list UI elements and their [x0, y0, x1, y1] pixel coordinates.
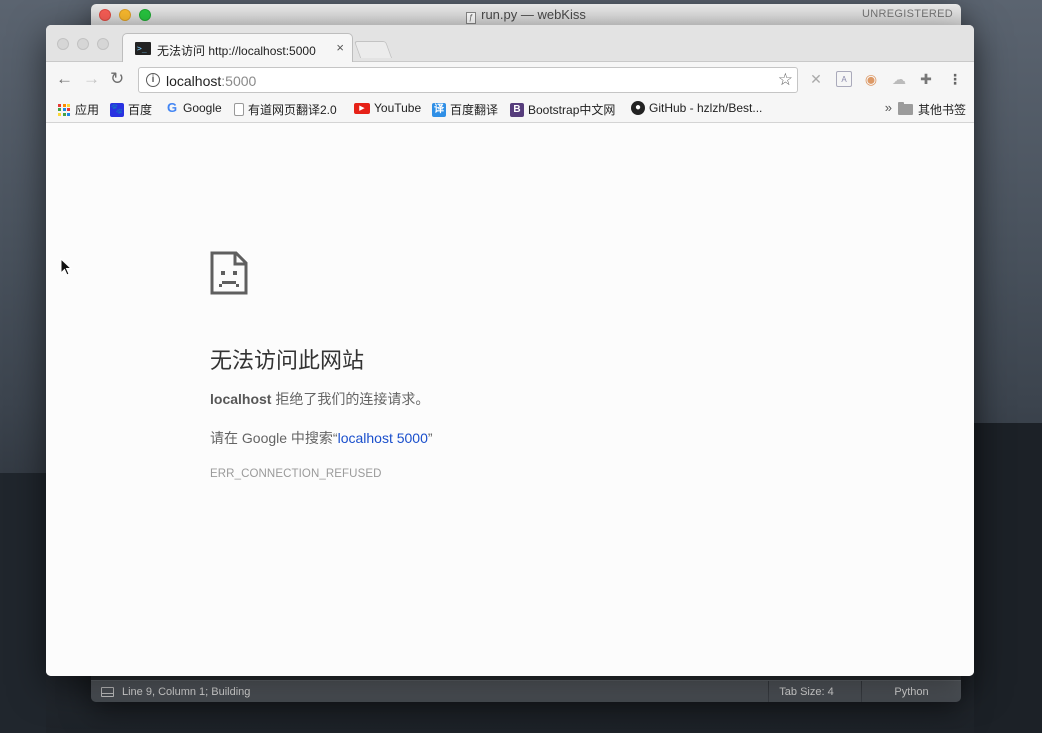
- page-icon: [234, 103, 244, 116]
- python-file-icon: ƒ: [466, 12, 477, 24]
- bookmark-label: YouTube: [374, 101, 422, 115]
- error-host: localhost: [210, 391, 272, 407]
- search-suffix: ”: [427, 430, 433, 446]
- bookmark-apps[interactable]: 应用: [58, 101, 99, 118]
- editor-window-title: ƒ run.py — webKiss: [91, 7, 961, 24]
- other-bookmarks-label: 其他书签: [917, 103, 966, 117]
- bookmark-google[interactable]: G Google: [165, 100, 222, 116]
- error-description-text: 拒绝了我们的连接请求。: [271, 391, 430, 407]
- extension-weibo-icon[interactable]: ◉: [863, 71, 879, 87]
- baidu-icon: 🐾: [110, 102, 124, 117]
- error-description: localhost 拒绝了我们的连接请求。: [210, 389, 429, 409]
- extension-x-icon[interactable]: ✕: [808, 71, 824, 87]
- bookmarks-bar: 应用 🐾 百度 G Google 有道网页翻译2.0 ▶ YouTube 译百度翻译 …: [46, 96, 974, 123]
- browser-zoom-button[interactable]: [97, 38, 109, 50]
- bookmark-label: GitHub - hzlzh/Best...: [649, 101, 763, 115]
- tab-title: 无法访问 http://localhost:5000: [157, 44, 316, 58]
- baidu-translate-icon: 译: [432, 102, 446, 117]
- search-prefix: 请在 Google 中搜索“: [210, 430, 338, 446]
- apps-grid-icon: [58, 103, 70, 116]
- tab-localhost[interactable]: >_ 无法访问 http://localhost:5000 ×: [122, 33, 353, 63]
- error-page: 无法访问此网站 localhost 拒绝了我们的连接请求。 请在 Google …: [46, 123, 974, 676]
- bookmark-baidu-translate[interactable]: 译百度翻译: [432, 101, 498, 118]
- editor-titlebar: ƒ run.py — webKiss UNREGISTERED: [91, 4, 961, 26]
- browser-window: >_ 无法访问 http://localhost:5000 × ← → ↻ i …: [46, 25, 974, 676]
- editor-status-bar: Line 9, Column 1; Building Tab Size: 4 P…: [91, 680, 961, 702]
- bookmark-baidu[interactable]: 🐾 百度: [110, 101, 152, 118]
- reload-icon[interactable]: ↻: [110, 70, 124, 87]
- browser-close-button[interactable]: [57, 38, 69, 50]
- url-text[interactable]: localhost:5000: [166, 73, 256, 89]
- new-tab-button[interactable]: [353, 41, 393, 58]
- unregistered-label: UNREGISTERED: [862, 8, 953, 20]
- desktop-background-left: [0, 473, 46, 733]
- error-title: 无法访问此网站: [210, 348, 365, 373]
- mouse-cursor-icon: [60, 258, 72, 276]
- bookmark-label: 百度翻译: [450, 103, 499, 117]
- google-search-suggestion: 请在 Google 中搜索“localhost 5000”: [210, 428, 433, 448]
- back-arrow-icon[interactable]: ←: [56, 70, 73, 87]
- folder-icon: [897, 102, 913, 115]
- bookmark-bootstrap[interactable]: B Bootstrap中文网: [510, 101, 615, 118]
- browser-minimize-button[interactable]: [77, 38, 89, 50]
- editor-title-text: run.py — webKiss: [481, 7, 586, 22]
- syntax-selector[interactable]: Python: [861, 681, 961, 702]
- tab-strip: >_ 无法访问 http://localhost:5000 ×: [46, 25, 974, 63]
- extension-puzzle-icon[interactable]: ✚: [918, 71, 934, 87]
- error-code: ERR_CONNECTION_REFUSED: [210, 468, 382, 480]
- bookmark-label: 有道网页翻译2.0: [248, 103, 337, 117]
- desktop-background-right: [974, 423, 1042, 733]
- search-link[interactable]: localhost 5000: [338, 430, 428, 446]
- url-port: :5000: [221, 73, 257, 89]
- bookmark-label: Bootstrap中文网: [528, 103, 616, 117]
- bookmark-label: 应用: [75, 103, 100, 117]
- other-bookmarks-folder[interactable]: 其他书签: [897, 101, 966, 118]
- bootstrap-icon: B: [510, 102, 524, 117]
- panel-toggle-icon[interactable]: [101, 687, 114, 697]
- extension-cloud-icon[interactable]: ☁: [891, 71, 907, 87]
- menu-dots-icon[interactable]: ⋮: [947, 71, 963, 87]
- bookmark-youtube[interactable]: ▶ YouTube: [354, 101, 421, 115]
- bookmark-github[interactable]: ● GitHub - hzlzh/Best...: [631, 101, 762, 115]
- forward-arrow-icon[interactable]: →: [83, 70, 100, 87]
- bookmark-star-icon[interactable]: ☆: [778, 70, 793, 90]
- tab-size-selector[interactable]: Tab Size: 4: [768, 681, 844, 702]
- github-icon: ●: [631, 101, 645, 115]
- info-icon[interactable]: i: [146, 73, 160, 87]
- youtube-icon: ▶: [354, 102, 370, 114]
- sad-document-icon: [210, 251, 248, 295]
- extension-translate-icon[interactable]: A: [836, 71, 852, 87]
- cursor-position-status: Line 9, Column 1; Building: [122, 686, 251, 698]
- bookmark-label: 百度: [128, 103, 153, 117]
- google-icon: G: [166, 100, 178, 115]
- browser-toolbar: ← → ↻ i localhost:5000 ☆ ✕ A ◉ ☁ ✚ ⋮: [46, 62, 974, 96]
- address-bar[interactable]: i localhost:5000 ☆: [138, 67, 798, 93]
- terminal-favicon-icon: >_: [135, 42, 151, 55]
- bookmark-youdao[interactable]: 有道网页翻译2.0: [234, 101, 337, 118]
- tab-close-icon[interactable]: ×: [336, 40, 344, 55]
- bookmarks-overflow-button[interactable]: »: [885, 100, 892, 115]
- url-host: localhost: [166, 73, 222, 89]
- bookmark-label: Google: [183, 101, 222, 115]
